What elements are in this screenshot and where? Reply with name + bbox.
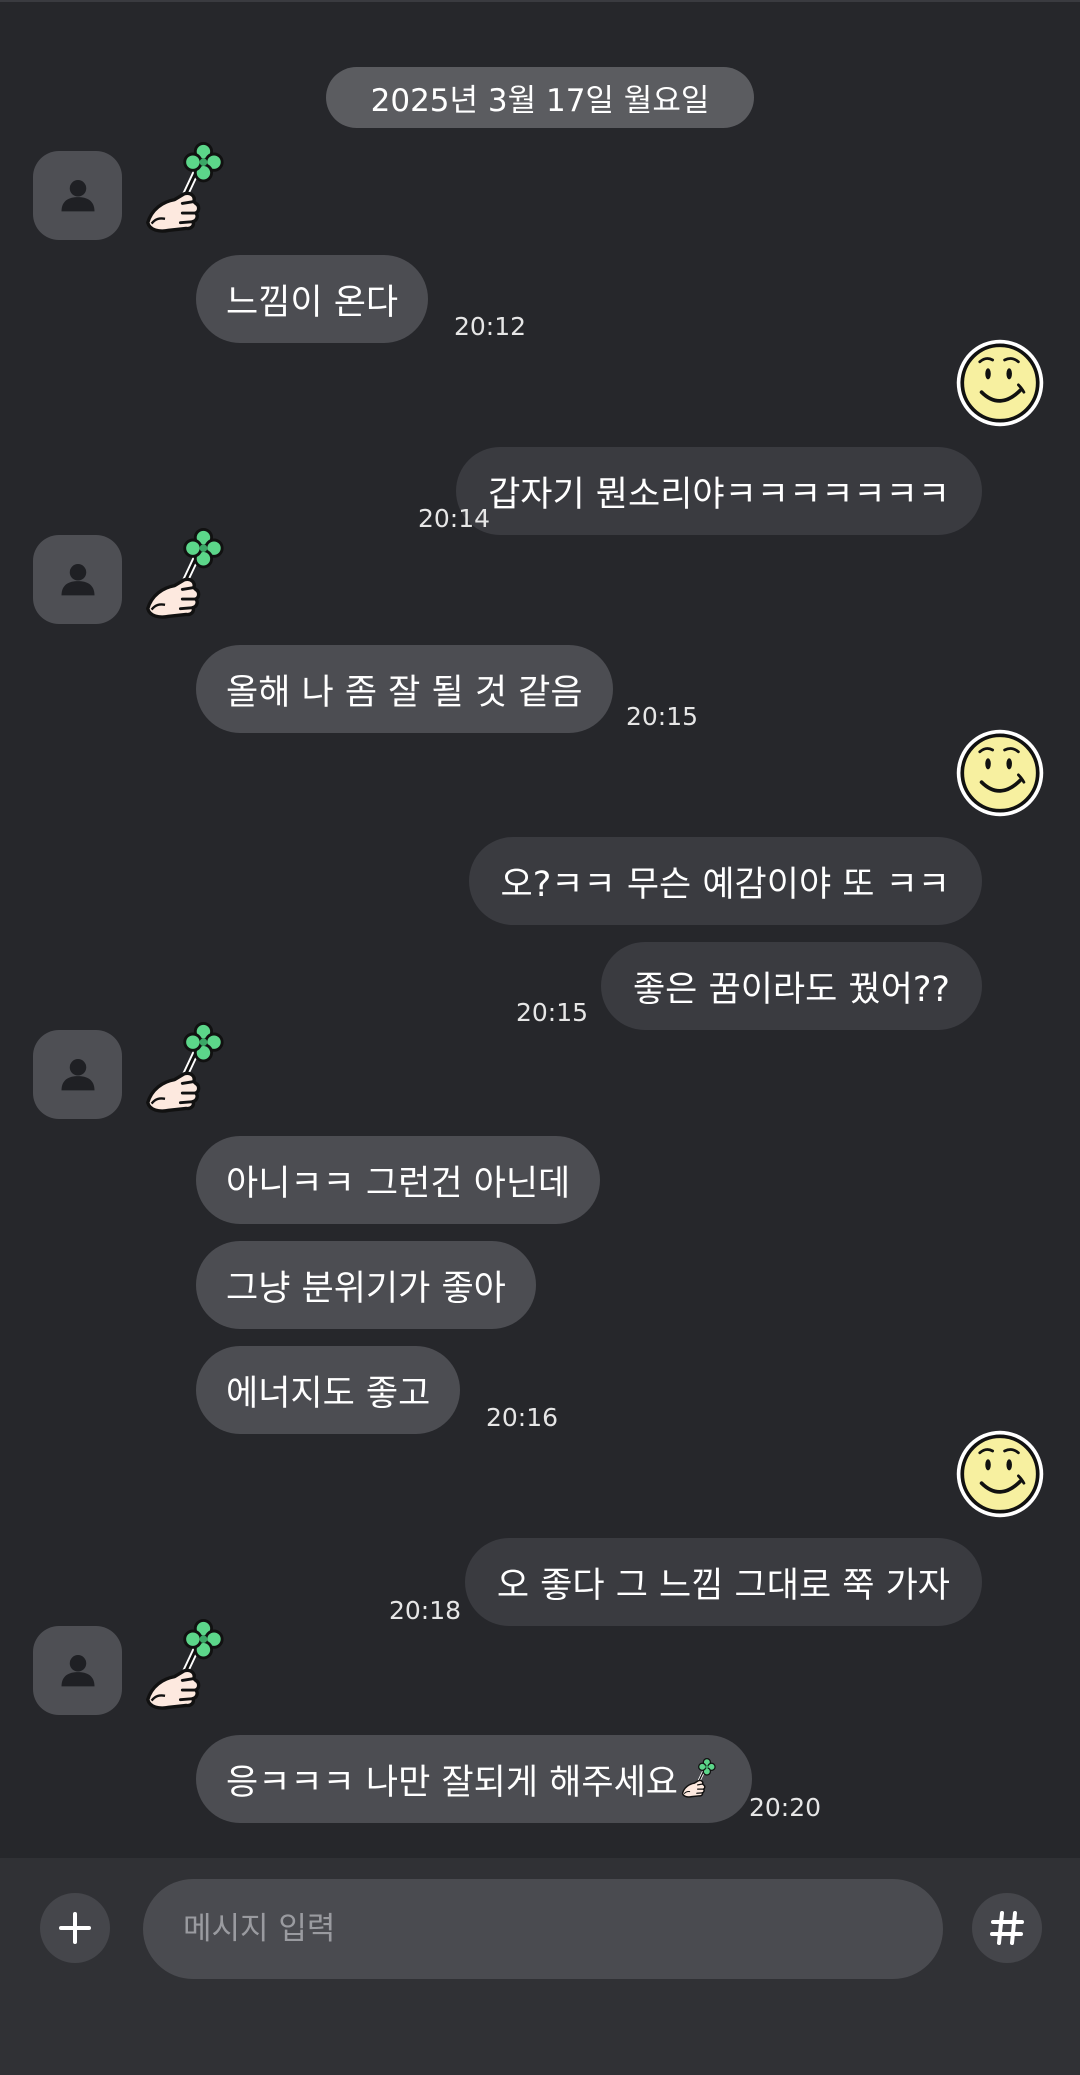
friend-avatar[interactable] xyxy=(33,535,122,624)
message-bubble-incoming[interactable]: 응ㅋㅋㅋ 나만 잘되게 해주세요 xyxy=(196,1735,752,1823)
smiley-face-icon[interactable] xyxy=(954,1428,1046,1520)
message-time: 20:18 xyxy=(389,1596,462,1625)
message-time: 20:20 xyxy=(749,1793,822,1822)
clover-hand-sticker[interactable] xyxy=(142,528,238,624)
message-time: 20:14 xyxy=(418,504,491,533)
message-bubble-incoming[interactable]: 느낌이 온다 xyxy=(196,255,429,343)
message-bubble-incoming[interactable]: 아니ㅋㅋ 그런건 아닌데 xyxy=(196,1136,601,1224)
friend-avatar[interactable] xyxy=(33,1626,122,1715)
friend-avatar[interactable] xyxy=(33,151,122,240)
chat-area[interactable]: 2025년 3월 17일 월요일 느낌이 온다 20:12 갑자기 뭔소리야ㅋㅋ… xyxy=(0,0,1080,1858)
person-icon xyxy=(56,558,100,602)
message-time: 20:15 xyxy=(626,702,699,731)
clover-hand-sticker[interactable] xyxy=(142,142,238,238)
clover-hand-sticker[interactable] xyxy=(142,1022,238,1118)
message-bubble-incoming[interactable]: 그냥 분위기가 좋아 xyxy=(196,1241,536,1329)
clover-hand-sticker xyxy=(680,1758,722,1800)
smiley-face-icon[interactable] xyxy=(954,727,1046,819)
hashtag-button[interactable] xyxy=(972,1893,1042,1963)
smiley-face-icon[interactable] xyxy=(954,337,1046,429)
message-bubble-incoming[interactable]: 에너지도 좋고 xyxy=(196,1346,461,1434)
person-icon xyxy=(56,1649,100,1693)
message-bubble-outgoing[interactable]: 오 좋다 그 느낌 그대로 쭉 가자 xyxy=(464,1538,982,1626)
message-bubble-incoming[interactable]: 올해 나 좀 잘 될 것 같음 xyxy=(196,645,613,733)
clover-hand-sticker[interactable] xyxy=(142,1619,238,1715)
message-time: 20:15 xyxy=(516,998,589,1027)
message-bubble-outgoing[interactable]: 갑자기 뭔소리야ㅋㅋㅋㅋㅋㅋㅋ xyxy=(456,447,982,535)
add-button[interactable] xyxy=(40,1893,110,1963)
message-text: 응ㅋㅋㅋ 나만 잘되게 해주세요 xyxy=(226,1762,678,1803)
message-bubble-outgoing[interactable]: 오?ㅋㅋ 무슨 예감이야 또 ㅋㅋ xyxy=(468,837,982,925)
date-divider: 2025년 3월 17일 월요일 xyxy=(326,67,754,128)
plus-icon xyxy=(59,1912,91,1944)
hash-icon xyxy=(990,1911,1024,1945)
person-icon xyxy=(56,174,100,218)
message-time: 20:16 xyxy=(486,1403,559,1432)
friend-avatar[interactable] xyxy=(33,1030,122,1119)
message-time: 20:12 xyxy=(454,312,527,341)
person-icon xyxy=(56,1053,100,1097)
message-bubble-outgoing[interactable]: 좋은 꿈이라도 꿨어?? xyxy=(600,942,982,1030)
message-input[interactable] xyxy=(143,1879,943,1979)
